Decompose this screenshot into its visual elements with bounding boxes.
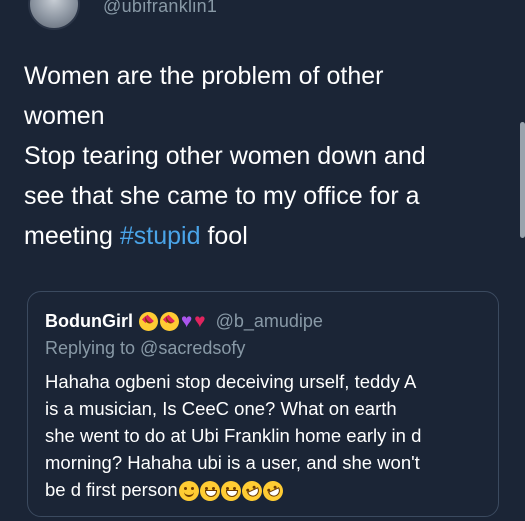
grinning-face-icon [220,481,241,502]
heart-eyes-face-icon [160,311,179,331]
tweet-line: see that she came to my office for a [24,182,420,210]
tweet-text-segment: fool [200,222,248,250]
quoted-line: morning? Hahaha ubi is a user, and she w… [45,452,420,473]
author-avatar[interactable] [28,0,80,30]
quoted-line: is a musician, Is CeeC one? What on eart… [45,398,397,419]
quoted-tweet-text: Hahaha ogbeni stop deceiving urself, ted… [45,368,493,505]
tweet-line: women [24,102,105,130]
quoted-author-handle[interactable]: @b_amudipe [216,311,323,332]
tweet-line: Stop tearing other women down and [24,142,426,170]
rofl-face-icon [259,477,286,505]
tweet-text: Women are the problem of other women Sto… [24,56,494,256]
tweet-line: Women are the problem of other [24,62,384,90]
quoted-author-name[interactable]: BodunGirl [45,311,133,332]
name-emojis: ♥ ♥ [139,310,206,332]
tweet-text-segment: meeting [24,222,120,250]
tweet-line-last: meeting #stupid fool [24,216,494,256]
trailing-emojis [178,477,286,505]
grinning-face-icon [199,481,220,502]
quoted-tweet-card[interactable]: BodunGirl ♥ ♥ @b_amudipe Replying to @sa… [27,291,499,517]
quoted-line: she went to do at Ubi Franklin home earl… [45,425,422,446]
rofl-face-icon [238,477,265,505]
replying-to: Replying to @sacredsofy [45,338,246,358]
hashtag-link[interactable]: #stupid [120,222,201,250]
quoted-text-segment: be d first person [45,479,178,500]
author-handle[interactable]: @ubifranklin1 [103,0,217,17]
purple-heart-icon: ♥ [181,310,193,332]
quoted-tweet-header: BodunGirl ♥ ♥ @b_amudipe [45,308,323,334]
red-heart-icon: ♥ [194,310,206,332]
scrollbar[interactable] [520,122,525,238]
heart-eyes-face-icon [139,311,158,331]
quoted-line-last: be d first person [45,476,493,505]
slightly-smiling-face-icon [178,481,199,502]
quoted-line: Hahaha ogbeni stop deceiving urself, ted… [45,371,417,392]
